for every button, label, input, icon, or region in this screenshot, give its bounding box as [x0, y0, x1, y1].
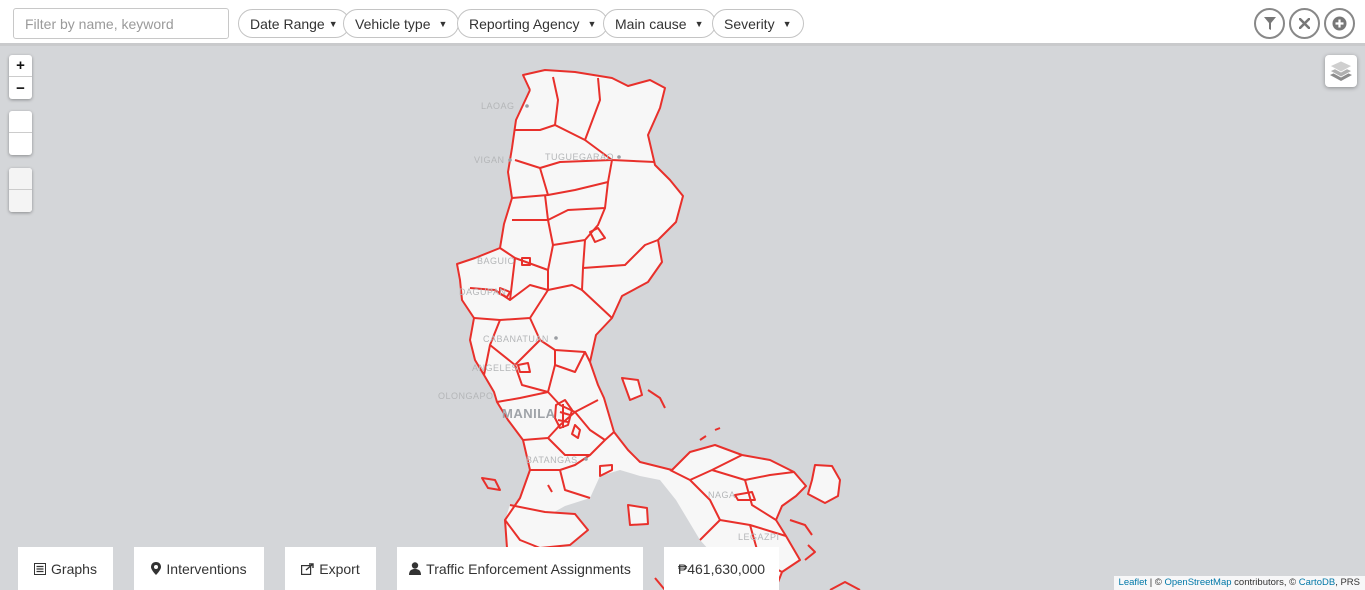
- city-label-angeles: ANGELES: [472, 363, 519, 373]
- city-label-batangas: BATANGAS: [526, 455, 578, 465]
- main-cause-label: Main cause: [615, 15, 687, 32]
- share-icon: [301, 562, 314, 575]
- layers-control-button[interactable]: [1325, 55, 1357, 87]
- severity-dropdown[interactable]: Severity ▼: [712, 9, 804, 38]
- city-label-laoag: LAOAG: [481, 101, 515, 111]
- city-label-manila: MANILA: [502, 406, 556, 421]
- city-label-legazpi: LEGAZPI: [738, 532, 780, 542]
- delete-layers-button[interactable]: [9, 190, 32, 212]
- search-input[interactable]: [13, 8, 229, 39]
- traffic-enforcement-label: Traffic Enforcement Assignments: [426, 560, 631, 577]
- land-areas: [457, 70, 840, 590]
- city-label-dagupan: DAGUPAN: [459, 287, 507, 297]
- graphs-button[interactable]: Graphs: [18, 547, 113, 590]
- city-label-cabanatuan: CABANATUAN: [483, 334, 549, 344]
- graphs-label: Graphs: [51, 560, 97, 577]
- zoom-control: + −: [9, 55, 32, 99]
- city-label-olongapo: OLONGAPO: [438, 391, 494, 401]
- caret-down-icon: ▼: [782, 18, 792, 29]
- attribution-separator: | ©: [1147, 577, 1165, 588]
- filter-icon: [1263, 17, 1276, 30]
- edit-layers-button[interactable]: [9, 168, 32, 190]
- list-alt-icon: [34, 562, 47, 575]
- vehicle-type-dropdown[interactable]: Vehicle type ▼: [343, 9, 460, 38]
- attribution-prs: , PRS: [1335, 577, 1360, 588]
- caret-down-icon: ▼: [587, 18, 597, 29]
- severity-label: Severity: [724, 15, 775, 32]
- reporting-agency-label: Reporting Agency: [469, 15, 580, 32]
- interventions-label: Interventions: [166, 560, 247, 577]
- city-label-baguio: BAGUIO: [477, 256, 516, 266]
- city-label-tuguegarao: TUGUEGARAO: [545, 152, 615, 162]
- reporting-agency-dropdown[interactable]: Reporting Agency ▼: [457, 9, 609, 38]
- edit-toolbar: [9, 168, 32, 212]
- draw-toolbar: [9, 111, 32, 155]
- attribution-contributors: contributors, ©: [1231, 577, 1299, 588]
- total-amount-value: ₱461,630,000: [677, 560, 766, 577]
- zoom-in-button[interactable]: +: [9, 55, 32, 77]
- city-label-naga: NAGA: [708, 490, 736, 500]
- interventions-button[interactable]: Interventions: [134, 547, 264, 590]
- user-icon: [409, 562, 422, 575]
- traffic-enforcement-button[interactable]: Traffic Enforcement Assignments: [397, 547, 643, 590]
- draw-rectangle-button[interactable]: [9, 133, 32, 155]
- map-canvas[interactable]: LAOAG TUGUEGARAO VIGAN BAGUIO DAGUPAN CA…: [0, 49, 1365, 590]
- date-range-label: Date Range: [250, 15, 325, 32]
- draw-polygon-button[interactable]: [9, 111, 32, 133]
- date-range-dropdown[interactable]: Date Range ▼: [238, 9, 350, 38]
- export-label: Export: [319, 560, 360, 577]
- map-marker-icon: [151, 562, 162, 575]
- vehicle-type-label: Vehicle type: [355, 15, 431, 32]
- caret-down-icon: ▼: [694, 18, 704, 29]
- main-cause-dropdown[interactable]: Main cause ▼: [603, 9, 716, 38]
- cartodb-link[interactable]: CartoDB: [1299, 577, 1335, 588]
- zoom-out-button[interactable]: −: [9, 77, 32, 99]
- city-label-vigan: VIGAN: [474, 155, 505, 165]
- layers-icon: [1329, 60, 1353, 81]
- add-button[interactable]: [1324, 8, 1355, 39]
- close-icon: [1299, 18, 1310, 29]
- add-circle-icon: [1332, 16, 1347, 31]
- clear-filters-button[interactable]: [1289, 8, 1320, 39]
- filter-bar: Date Range▼ Vehicle type▼ Reporting Agen…: [0, 0, 1365, 46]
- leaflet-link[interactable]: Leaflet: [1119, 577, 1148, 588]
- total-amount-display: ₱461,630,000: [664, 547, 779, 590]
- caret-down-icon: ▼: [438, 18, 448, 29]
- map-attribution: Leaflet | © OpenStreetMap contributors, …: [1113, 576, 1365, 590]
- export-button[interactable]: Export: [285, 547, 376, 590]
- caret-down-icon: ▼: [328, 18, 338, 29]
- philippines-map: [456, 69, 861, 590]
- openstreetmap-link[interactable]: OpenStreetMap: [1164, 577, 1231, 588]
- filter-button[interactable]: [1254, 8, 1285, 39]
